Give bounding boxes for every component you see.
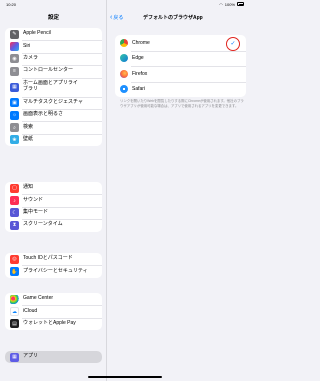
edge-icon bbox=[120, 54, 128, 63]
browser-label: Edge bbox=[132, 55, 144, 62]
sidebar-item-label: ウォレットとApple Pay bbox=[23, 320, 76, 327]
sidebar-item-siri[interactable]: Siri bbox=[5, 40, 102, 52]
chrome-icon bbox=[120, 38, 128, 47]
sidebar-item-control-center[interactable]: ≡ コントロールセンター bbox=[5, 65, 102, 77]
sidebar-item-home-screen[interactable]: ▦ ホーム画面とアプリライブラリ bbox=[5, 78, 102, 97]
back-button[interactable]: ‹ 戻る bbox=[110, 14, 123, 21]
browser-option-safari[interactable]: Safari bbox=[115, 81, 246, 98]
icloud-icon: ☁ bbox=[10, 307, 19, 317]
browser-option-firefox[interactable]: Firefox bbox=[115, 66, 246, 82]
sidebar-item-game-center[interactable]: Game Center bbox=[5, 293, 102, 305]
sidebar-item-privacy[interactable]: ✋ プライバシーとセキュリティ bbox=[5, 265, 102, 277]
screen-time-icon: ⧗ bbox=[10, 220, 19, 230]
sidebar-item-label: カメラ bbox=[23, 55, 39, 62]
focus-icon: ☾ bbox=[10, 208, 19, 218]
sidebar-item-multitask[interactable]: ▣ マルチタスクとジェスチャ bbox=[5, 97, 102, 109]
chevron-left-icon: ‹ bbox=[110, 14, 113, 21]
browser-label: Chrome bbox=[132, 39, 150, 46]
brightness-icon: ☼ bbox=[10, 110, 19, 120]
sound-icon: ♪ bbox=[10, 196, 19, 206]
control-center-icon: ≡ bbox=[10, 66, 19, 76]
pencil-icon: ✎ bbox=[10, 29, 19, 39]
sidebar-item-label: Apple Pencil bbox=[23, 30, 51, 37]
sidebar-item-label: 通知 bbox=[23, 184, 34, 191]
sidebar-group-notifications: ▢ 通知 ♪ サウンド ☾ 集中モード ⧗ スクリーンタイム bbox=[5, 182, 102, 232]
sidebar-item-label: スクリーンタイム bbox=[23, 221, 63, 228]
sidebar-item-label: Siri bbox=[23, 42, 31, 49]
wifi-icon: ◠ bbox=[219, 1, 223, 7]
game-center-icon bbox=[10, 294, 19, 304]
sidebar-item-apps[interactable]: ▦ アプリ bbox=[5, 351, 102, 364]
status-bar: 10:20 ◠ 100% bbox=[0, 0, 250, 8]
sidebar-item-notifications[interactable]: ▢ 通知 bbox=[5, 182, 102, 194]
sidebar-item-label: 集中モード bbox=[23, 209, 49, 216]
sidebar-item-search[interactable]: ⌕ 検索 bbox=[5, 121, 102, 133]
sidebar-item-label: 画面表示と明るさ bbox=[23, 111, 64, 118]
sidebar-item-label: ホーム画面とアプリライブラリ bbox=[23, 81, 81, 93]
status-time: 10:20 bbox=[6, 1, 17, 7]
sidebar-group-accounts: Game Center ☁ iCloud ▤ ウォレットとApple Pay bbox=[5, 293, 102, 331]
apps-icon: ▦ bbox=[10, 352, 19, 362]
browser-label: Firefox bbox=[132, 70, 148, 77]
fingerprint-icon: ◎ bbox=[10, 254, 19, 264]
browser-list: Chrome ✓ Edge Firefox Safari bbox=[115, 35, 246, 97]
search-icon: ⌕ bbox=[10, 123, 19, 133]
sidebar-item-icloud[interactable]: ☁ iCloud bbox=[5, 305, 102, 317]
sidebar-item-label: iCloud bbox=[23, 307, 38, 314]
sidebar-item-touch-id[interactable]: ◎ Touch IDとパスコード bbox=[5, 253, 102, 265]
sidebar-title: 設定 bbox=[47, 15, 59, 21]
checkmark-icon: ✓ bbox=[230, 41, 236, 47]
camera-icon: ◉ bbox=[10, 54, 19, 64]
sidebar-group-security: ◎ Touch IDとパスコード ✋ プライバシーとセキュリティ bbox=[5, 253, 102, 278]
default-browser-footnote: リンクを開いたりWebを閲覧したりする際にChromeが使用されます。他社のブラ… bbox=[120, 99, 244, 108]
sidebar-item-label: サウンド bbox=[23, 196, 44, 203]
settings-sidebar: 設定 ✎ Apple Pencil Siri ◉ カメラ ≡ コントロールセンタ… bbox=[0, 0, 107, 381]
sidebar-item-label: アプリ bbox=[23, 353, 39, 360]
firefox-icon bbox=[120, 69, 128, 78]
wallpaper-icon: ❀ bbox=[10, 135, 19, 145]
battery-icon bbox=[237, 2, 244, 6]
sidebar-item-camera[interactable]: ◉ カメラ bbox=[5, 53, 102, 65]
sidebar-item-label: 壁紙 bbox=[23, 136, 34, 143]
sidebar-item-focus[interactable]: ☾ 集中モード bbox=[5, 207, 102, 219]
back-label: 戻る bbox=[113, 15, 124, 21]
notification-icon: ▢ bbox=[10, 183, 19, 193]
battery-percent: 100% bbox=[224, 1, 235, 7]
sidebar-item-sound[interactable]: ♪ サウンド bbox=[5, 194, 102, 206]
wallet-icon: ▤ bbox=[10, 319, 19, 329]
sidebar-item-label: Touch IDとパスコード bbox=[23, 255, 73, 262]
page-title: デフォルトのブラウザApp bbox=[143, 15, 203, 21]
browser-option-edge[interactable]: Edge bbox=[115, 50, 246, 67]
safari-icon bbox=[120, 85, 128, 94]
sidebar-item-label: プライバシーとセキュリティ bbox=[23, 267, 88, 274]
sidebar-item-wallet[interactable]: ▤ ウォレットとApple Pay bbox=[5, 318, 102, 330]
status-indicators: ◠ 100% bbox=[219, 2, 244, 7]
multitask-icon: ▣ bbox=[10, 98, 19, 108]
sidebar-item-display-brightness[interactable]: ☼ 画面表示と明るさ bbox=[5, 109, 102, 121]
sidebar-item-apple-pencil[interactable]: ✎ Apple Pencil bbox=[5, 28, 102, 40]
browser-option-chrome[interactable]: Chrome ✓ bbox=[115, 35, 246, 51]
sidebar-item-wallpaper[interactable]: ❀ 壁紙 bbox=[5, 134, 102, 146]
sidebar-group-general: ✎ Apple Pencil Siri ◉ カメラ ≡ コントロールセンター ▦… bbox=[5, 28, 102, 147]
sidebar-group-apps: ▦ アプリ bbox=[5, 351, 102, 364]
sidebar-item-screen-time[interactable]: ⧗ スクリーンタイム bbox=[5, 219, 102, 231]
sidebar-item-label: コントロールセンター bbox=[23, 67, 74, 74]
selected-check-circle: ✓ bbox=[226, 36, 240, 51]
home-indicator[interactable] bbox=[88, 376, 162, 378]
sidebar-item-label: Game Center bbox=[23, 295, 54, 302]
home-screen-icon: ▦ bbox=[10, 82, 19, 92]
sidebar-item-label: マルチタスクとジェスチャ bbox=[23, 98, 83, 105]
browser-label: Safari bbox=[132, 86, 146, 93]
sidebar-item-label: 検索 bbox=[23, 123, 34, 130]
privacy-hand-icon: ✋ bbox=[10, 267, 19, 277]
siri-icon bbox=[10, 42, 19, 52]
